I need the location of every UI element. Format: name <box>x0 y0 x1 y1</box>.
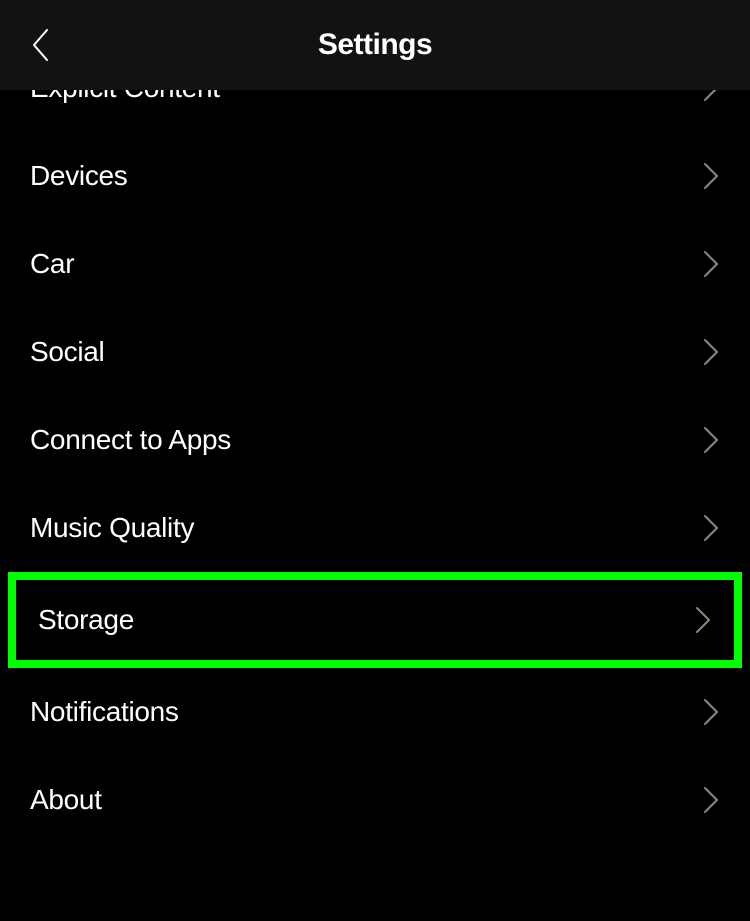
settings-list: Explicit Content Devices Car Social Conn… <box>0 72 750 844</box>
chevron-right-icon <box>702 249 720 279</box>
settings-item-notifications[interactable]: Notifications <box>0 668 750 756</box>
settings-item-label: Music Quality <box>30 512 194 544</box>
header-bar: Settings <box>0 0 750 90</box>
settings-item-label: Devices <box>30 160 128 192</box>
chevron-right-icon <box>702 425 720 455</box>
settings-item-storage[interactable]: Storage <box>16 580 734 660</box>
chevron-left-icon <box>29 27 51 63</box>
settings-item-devices[interactable]: Devices <box>0 132 750 220</box>
chevron-right-icon <box>702 337 720 367</box>
settings-item-label: Social <box>30 336 104 368</box>
settings-item-social[interactable]: Social <box>0 308 750 396</box>
page-title: Settings <box>0 28 750 62</box>
chevron-right-icon <box>702 513 720 543</box>
settings-item-label: Storage <box>38 604 134 636</box>
chevron-right-icon <box>702 697 720 727</box>
settings-item-music-quality[interactable]: Music Quality <box>0 484 750 572</box>
settings-item-connect-to-apps[interactable]: Connect to Apps <box>0 396 750 484</box>
chevron-right-icon <box>702 161 720 191</box>
chevron-right-icon <box>702 785 720 815</box>
settings-item-car[interactable]: Car <box>0 220 750 308</box>
chevron-right-icon <box>694 605 712 635</box>
highlighted-item-box: Storage <box>8 572 742 668</box>
settings-item-label: Notifications <box>30 696 179 728</box>
settings-item-label: Connect to Apps <box>30 424 231 456</box>
settings-item-label: About <box>30 784 102 816</box>
back-button[interactable] <box>20 25 60 65</box>
settings-item-about[interactable]: About <box>0 756 750 844</box>
settings-item-label: Car <box>30 248 74 280</box>
